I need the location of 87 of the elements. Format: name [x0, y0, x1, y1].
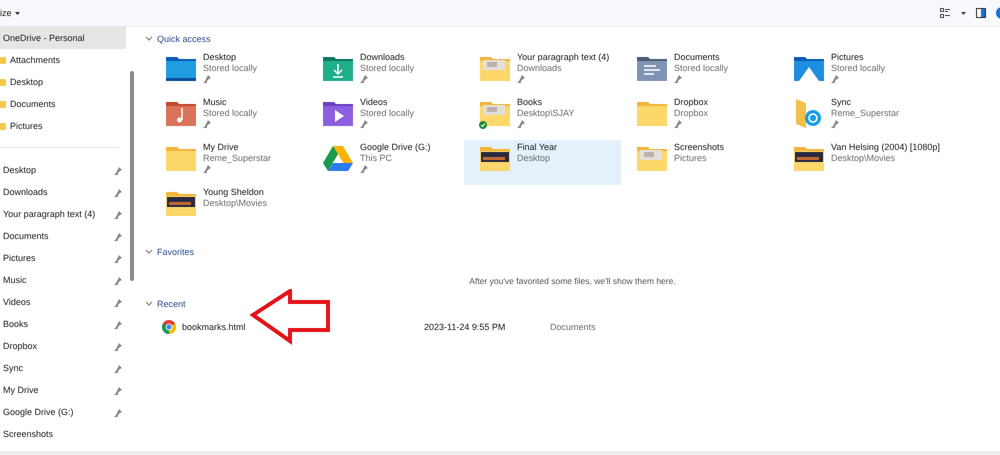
folder-tile[interactable]: Final Year Desktop: [464, 140, 621, 185]
folder-name[interactable]: Dropbox: [674, 97, 708, 108]
folder-location: Dropbox: [674, 108, 708, 119]
folder-name[interactable]: Documents: [674, 52, 728, 63]
folder-name[interactable]: Young Sheldon: [203, 187, 268, 198]
folder-tile[interactable]: Videos Stored locally: [307, 95, 464, 140]
sidebar-item[interactable]: Pictures: [0, 115, 126, 137]
folder-tile[interactable]: Pictures Stored locally: [778, 50, 935, 95]
sidebar-item[interactable]: Pictures: [0, 247, 126, 269]
folder-location: Reme_Superstar: [831, 108, 900, 119]
folder-tile[interactable]: Screenshots Pictures: [621, 140, 778, 185]
empty-message: After you've favorited some files, we'll show them here.: [468, 275, 677, 288]
sidebar-item[interactable]: Dropbox: [0, 335, 126, 357]
folder-location: This PC: [360, 153, 394, 164]
chevron-icon[interactable]: [145, 249, 153, 255]
sidebar-item[interactable]: Your paragraph text (4): [0, 203, 126, 225]
sidebar-item[interactable]: Documents: [0, 225, 126, 247]
folder-tile[interactable]: Documents Stored locally: [621, 50, 778, 95]
folder-icon: [0, 100, 6, 108]
folder-name[interactable]: Van Helsing (2004) [1080p]: [831, 142, 940, 153]
folder-location: Desktop: [517, 153, 552, 164]
folder-location: Stored locally: [831, 63, 886, 74]
chevron-icon[interactable]: [145, 301, 153, 307]
folder-icon: [0, 56, 6, 64]
folder-location: Desktop\SJAY: [517, 108, 574, 119]
folder-location: Downloads: [517, 63, 563, 74]
sidebar-item[interactable]: Documents: [0, 93, 126, 115]
folder-name[interactable]: Final Year: [517, 142, 558, 153]
folder-tile[interactable]: My Drive Reme_Superstar: [150, 140, 307, 185]
sidebar-item[interactable]: My Drive: [0, 379, 126, 401]
folder-tile[interactable]: Sync Reme_Superstar: [778, 95, 935, 140]
file-name[interactable]: bookmarks.html: [182, 322, 246, 332]
chevron-icon[interactable]: [145, 36, 153, 42]
folder-name[interactable]: Books: [517, 97, 574, 108]
folder-location: Stored locally: [360, 63, 414, 74]
caret-icon: [14, 12, 20, 14]
folder-name[interactable]: Downloads: [360, 52, 414, 63]
folder-location: Stored locally: [360, 108, 414, 119]
folder-tile[interactable]: Desktop Stored locally: [150, 50, 307, 95]
sidebar-item[interactable]: Google Drive (G:): [0, 401, 126, 423]
sidebar-item[interactable]: Books: [0, 313, 126, 335]
sidebar-item[interactable]: Videos: [0, 291, 126, 313]
folder-tile[interactable]: Downloads Stored locally: [307, 50, 464, 95]
sidebar-item[interactable]: Screenshots: [0, 423, 126, 445]
folder-name[interactable]: My Drive: [203, 142, 272, 153]
folder-location: Stored locally: [203, 63, 258, 74]
folder-location: Desktop\Movies: [831, 153, 896, 164]
section-title[interactable]: Recent: [157, 299, 186, 309]
folder-tile[interactable]: Young Sheldon Desktop\Movies: [150, 185, 307, 230]
folder-name[interactable]: Screenshots: [674, 142, 724, 153]
folder-name[interactable]: Sync: [831, 97, 900, 108]
folder-location: Desktop\Movies: [203, 198, 268, 209]
folder-location: Reme_Superstar: [203, 153, 272, 164]
sidebar-item[interactable]: Attachments: [0, 49, 126, 71]
folder-icon: [0, 122, 6, 130]
folder-tile[interactable]: Music Stored locally: [150, 95, 307, 140]
folder-name[interactable]: Videos: [360, 97, 414, 108]
folder-location: Stored locally: [674, 63, 728, 74]
section-title[interactable]: Favorites: [157, 247, 194, 257]
browser-icon: [162, 320, 176, 334]
sidebar-item[interactable]: Desktop: [0, 71, 126, 93]
section-title[interactable]: Quick access: [157, 34, 211, 44]
folder-location: Pictures: [674, 153, 708, 164]
folder-name[interactable]: Your paragraph text (4): [517, 52, 610, 63]
folder-tile[interactable]: Dropbox Dropbox: [621, 95, 778, 140]
file-row[interactable]: bookmarks.html 2023-11-24 9:55 PM Documents: [162, 316, 1000, 338]
scrollbar-thumb[interactable]: [130, 71, 134, 281]
folder-name[interactable]: Google Drive (G:): [360, 142, 431, 153]
folder-tile[interactable]: Your paragraph text (4) Downloads: [464, 50, 621, 95]
folder-tile[interactable]: Books Desktop\SJAY: [464, 95, 621, 140]
folder-location: Stored locally: [203, 108, 258, 119]
caret-icon[interactable]: [961, 12, 966, 14]
sidebar-item[interactable]: Desktop: [0, 159, 126, 181]
folder-name[interactable]: Pictures: [831, 52, 886, 63]
file-date: 2023-11-24 9:55 PM: [424, 322, 506, 332]
sidebar-item[interactable]: Sync: [0, 357, 126, 379]
view-icon[interactable]: [940, 8, 951, 18]
sidebar-item[interactable]: Music: [0, 269, 126, 291]
file-location: Documents: [550, 322, 596, 332]
folder-name[interactable]: Music: [203, 97, 258, 108]
sidebar-item[interactable]: OneDrive - Personal: [0, 27, 126, 49]
pane-icon[interactable]: [976, 8, 986, 18]
sidebar-item[interactable]: Downloads: [0, 181, 126, 203]
folder-name[interactable]: Desktop: [203, 52, 258, 63]
folder-tile[interactable]: Google Drive (G:) This PC: [307, 140, 464, 185]
folder-icon: [0, 78, 6, 86]
menu-label[interactable]: ize: [0, 8, 12, 18]
